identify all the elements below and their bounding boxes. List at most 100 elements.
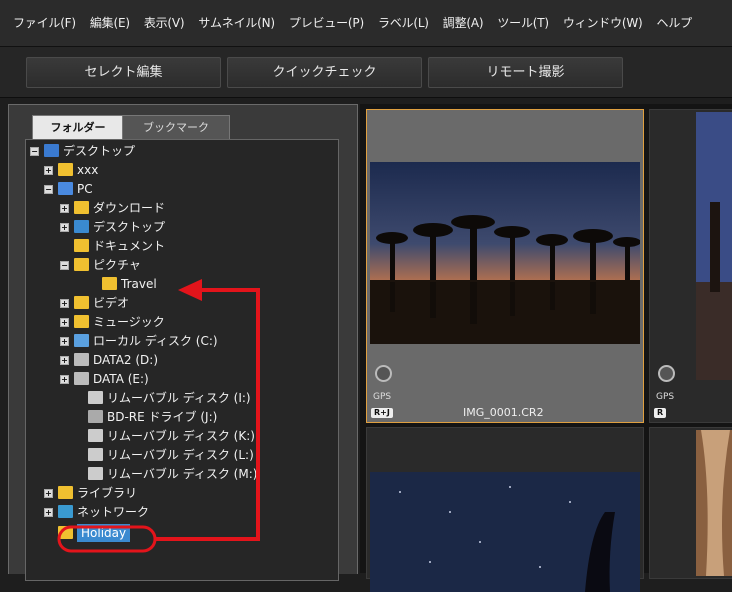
tree-item-removable-l[interactable]: リムーバブル ディスク (L:) — [74, 446, 316, 464]
tree-item-label: BD-RE ドライブ (J:) — [107, 410, 218, 424]
folder-panel: フォルダー ブックマーク − デスクトップ + xxx − PC + ダウンロード + デスクトッ… — [8, 104, 358, 581]
tree-item-downloads[interactable]: + ダウンロード — [60, 199, 316, 217]
thumbnail-cell[interactable] — [649, 427, 732, 579]
menu-item[interactable]: 編集(E) — [83, 14, 137, 31]
tree-item-music[interactable]: + ミュージック — [60, 313, 316, 331]
download-folder-icon — [74, 201, 89, 214]
tab-bookmark[interactable]: ブックマーク — [122, 115, 230, 140]
remote-shoot-button[interactable]: リモート撮影 — [428, 57, 623, 88]
menu-bar: ファイル(F) 編集(E) 表示(V) サムネイル(N) プレビュー(P) ラベル(L) 調… — [0, 0, 732, 47]
network-icon — [58, 505, 73, 518]
tree-item-desktop[interactable]: − デスクトップ — [30, 142, 316, 160]
raw-badge: R — [654, 408, 667, 418]
tree-item-label: PC — [77, 182, 93, 196]
tree-item-pictures[interactable]: − ピクチャ — [60, 256, 316, 274]
removable-disk-icon — [88, 429, 103, 442]
tree-item-label: ローカル ディスク (C:) — [93, 334, 218, 348]
expand-icon[interactable]: + — [60, 356, 69, 365]
rating-circle-icon — [375, 365, 392, 382]
bd-drive-icon — [88, 410, 103, 423]
tree-item-label: ダウンロード — [93, 201, 166, 215]
tree-item-label: リムーバブル ディスク (K:) — [107, 429, 255, 443]
tree-item-label: デスクトップ — [93, 220, 166, 234]
collapse-icon[interactable]: − — [30, 147, 39, 156]
desktop-folder-icon — [74, 220, 89, 233]
tree-item-video[interactable]: + ビデオ — [60, 294, 316, 312]
tree-item-removable-k[interactable]: リムーバブル ディスク (K:) — [74, 427, 316, 445]
select-edit-button[interactable]: セレクト編集 — [26, 57, 221, 88]
video-folder-icon — [74, 296, 89, 309]
tab-folder[interactable]: フォルダー — [32, 115, 124, 140]
tree-item-xxx[interactable]: + xxx — [44, 161, 316, 179]
menu-item[interactable]: プレビュー(P) — [282, 14, 371, 31]
tree-item-network[interactable]: + ネットワーク — [44, 503, 316, 521]
tree-item-pc[interactable]: − PC — [44, 180, 316, 198]
menu-item[interactable]: 調整(A) — [436, 14, 491, 31]
tree-bark-photo — [696, 430, 732, 576]
library-folder-icon — [58, 486, 73, 499]
tree-item-bdre[interactable]: BD-RE ドライブ (J:) — [74, 408, 316, 426]
tree-item-desktop2[interactable]: + デスクトップ — [60, 218, 316, 236]
expand-icon[interactable]: + — [60, 318, 69, 327]
menu-item[interactable]: ファイル(F) — [6, 14, 83, 31]
menu-item[interactable]: ラベル(L) — [371, 14, 436, 31]
tree-item-label: ピクチャ — [93, 258, 141, 272]
expand-icon[interactable]: + — [44, 166, 53, 175]
collapse-icon[interactable]: − — [60, 261, 69, 270]
tree-item-label: リムーバブル ディスク (L:) — [107, 448, 254, 462]
menu-item[interactable]: ツール(T) — [490, 14, 556, 31]
folder-icon — [102, 277, 117, 290]
expand-icon[interactable]: + — [60, 204, 69, 213]
removable-disk-icon — [88, 448, 103, 461]
removable-disk-icon — [88, 391, 103, 404]
tree-item-local-disk[interactable]: + ローカル ディスク (C:) — [60, 332, 316, 350]
tree-item-documents[interactable]: ドキュメント — [60, 237, 316, 255]
expand-icon[interactable]: + — [60, 375, 69, 384]
thumbnail-grid: GPS R+J IMG_0001.CR2 GPS R — [360, 104, 732, 592]
expand-icon[interactable]: + — [60, 299, 69, 308]
raw-jpeg-badge: R+J — [371, 408, 393, 418]
menu-item[interactable]: サムネイル(N) — [191, 14, 282, 31]
tree-item-removable-m[interactable]: リムーバブル ディスク (M:) — [74, 465, 316, 483]
hard-drive-icon — [74, 334, 89, 347]
menu-item[interactable]: 表示(V) — [137, 14, 192, 31]
drive-icon — [74, 372, 89, 385]
expand-icon[interactable]: + — [60, 337, 69, 346]
tree-item-label: ミュージック — [93, 315, 165, 329]
tree-item-label: Travel — [121, 277, 157, 291]
tree-item-data[interactable]: + DATA (E:) — [60, 370, 316, 388]
tree-item-travel[interactable]: Travel — [88, 275, 316, 293]
removable-disk-icon — [88, 467, 103, 480]
expand-icon[interactable]: + — [44, 489, 53, 498]
file-name: IMG_0001.CR2 — [463, 406, 544, 419]
drive-icon — [74, 353, 89, 366]
tree-item-label: xxx — [77, 163, 99, 177]
thumbnail-cell-selected[interactable]: GPS R+J IMG_0001.CR2 — [366, 109, 644, 423]
tree-item-removable-i[interactable]: リムーバブル ディスク (I:) — [74, 389, 316, 407]
collapse-icon[interactable]: − — [44, 185, 53, 194]
tree-item-label: ライブラリ — [77, 486, 138, 500]
music-folder-icon — [74, 315, 89, 328]
tree-item-label: ネットワーク — [77, 505, 150, 519]
thumbnail-cell[interactable]: GPS R — [649, 109, 732, 423]
tree-item-label: デスクトップ — [63, 144, 136, 158]
night-sky-photo — [370, 472, 640, 592]
quick-check-button[interactable]: クイックチェック — [227, 57, 422, 88]
tree-item-data2[interactable]: + DATA2 (D:) — [60, 351, 316, 369]
menu-item[interactable]: ウィンドウ(W) — [556, 14, 650, 31]
pictures-folder-icon — [74, 258, 89, 271]
user-folder-icon — [58, 163, 73, 176]
tree-item-library[interactable]: + ライブラリ — [44, 484, 316, 502]
tree-item-label: ビデオ — [93, 296, 130, 310]
computer-icon — [58, 182, 73, 195]
menu-item[interactable]: ヘルプ — [650, 14, 699, 31]
tree-item-label: DATA (E:) — [93, 372, 149, 386]
menu-items: ファイル(F) 編集(E) 表示(V) サムネイル(N) プレビュー(P) ラベル(L) 調… — [6, 14, 699, 31]
thumbnail-cell[interactable] — [366, 427, 644, 592]
desktop-icon — [44, 144, 59, 157]
photo-preview — [696, 112, 732, 380]
expand-icon[interactable]: + — [44, 508, 53, 517]
expand-icon[interactable]: + — [60, 223, 69, 232]
tree-item-holiday[interactable]: Holiday — [44, 524, 316, 542]
tree-item-label: ドキュメント — [93, 239, 166, 253]
